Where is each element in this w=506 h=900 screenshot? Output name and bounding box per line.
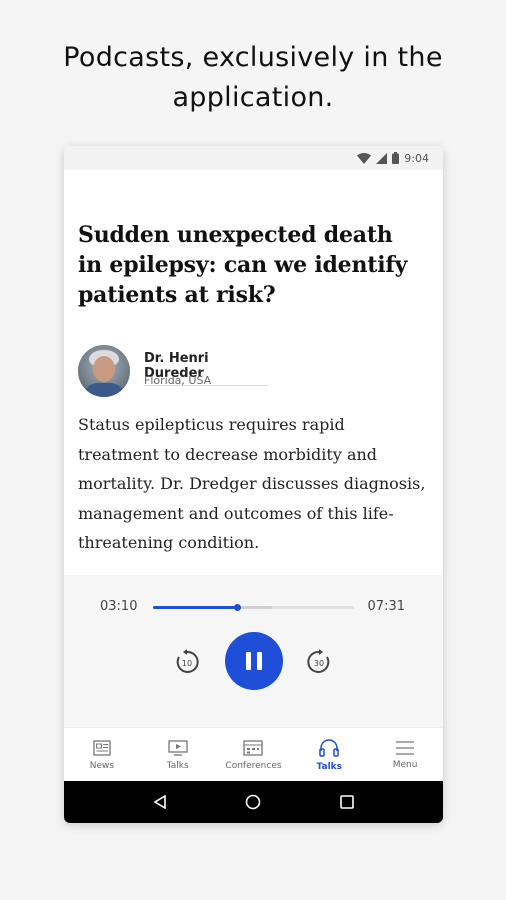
system-nav-bar [64,781,443,823]
rewind-icon: 10 [176,649,199,673]
rewind-seconds: 10 [182,659,192,668]
rewind-button[interactable]: 10 [173,648,201,681]
nav-item-podcasts[interactable]: Talks [291,728,367,782]
pause-button[interactable] [225,632,283,690]
nav-label: Conferences [225,760,282,771]
menu-icon [396,740,415,755]
calendar-icon [243,739,264,756]
nav-label: Talks [316,761,343,772]
total-time: 07:31 [367,599,405,614]
pause-icon [243,652,265,670]
signal-icon [376,152,388,164]
phone-frame: 9:04 Sudden unexpected death in epilepsy… [64,146,443,823]
home-icon[interactable] [245,794,261,810]
news-icon [93,739,111,756]
headphones-icon [319,738,340,757]
article-title: Sudden unexpected death in epilepsy: can… [78,222,408,308]
nav-item-menu[interactable]: Menu [367,728,443,782]
nav-label: Talks [166,760,189,771]
nav-item-news[interactable]: News [64,728,140,782]
nav-label: Menu [392,759,418,770]
bottom-nav: News Talks Conferences Talks Menu [64,727,443,782]
recents-icon[interactable] [340,795,354,809]
author-location: Florida, USA [144,374,212,387]
promo-headline-line1: Podcasts, exclusively in the [63,42,443,73]
status-bar: 9:04 [64,146,443,170]
promo-headline-line2: application. [172,82,334,113]
promo-headline: Podcasts, exclusively in the application… [0,38,506,118]
article-description: Status epilepticus requires rapid treatm… [78,415,426,553]
forward-button[interactable]: 30 [305,648,333,681]
forward-icon: 30 [307,649,330,673]
progress-fill [153,606,238,609]
forward-seconds: 30 [314,659,324,668]
play-screen-icon [168,739,188,756]
avatar [78,345,130,397]
progress-bar[interactable] [153,604,354,611]
nav-item-conferences[interactable]: Conferences [216,728,292,782]
status-time: 9:04 [404,151,429,165]
author-info[interactable]: Dr. Henri Dureder Florida, USA [78,345,418,401]
back-icon[interactable] [153,795,167,809]
current-time: 03:10 [100,599,138,614]
progress-handle[interactable] [234,604,242,611]
battery-icon [392,152,400,164]
wifi-icon [357,152,372,164]
nav-label: News [89,760,115,771]
audio-player: 03:10 07:31 10 30 [64,575,443,727]
nav-item-talks[interactable]: Talks [140,728,216,782]
